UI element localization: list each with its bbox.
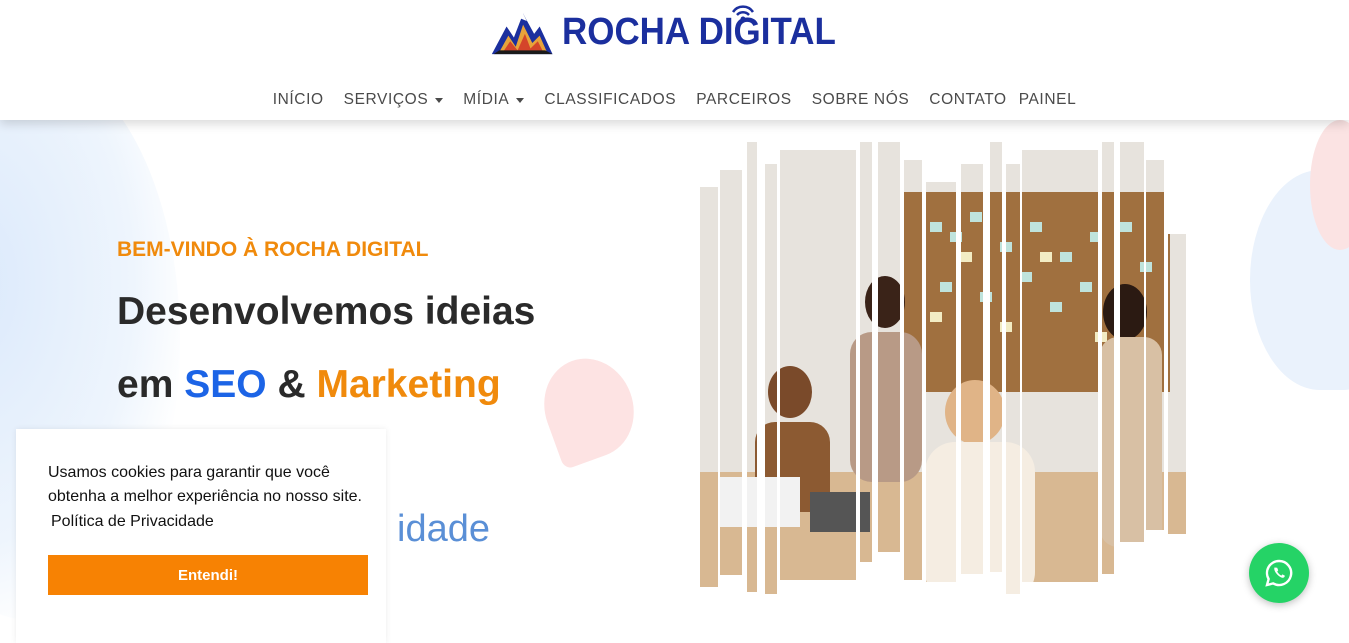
nav-label: PAINEL: [1018, 91, 1077, 108]
caret-down-icon: [435, 97, 444, 103]
photo-strip: [904, 160, 922, 580]
photo-strip: [1006, 164, 1020, 594]
photo-strip: [926, 182, 956, 582]
nav-item-sobre-nos[interactable]: SOBRE NÓS: [812, 91, 910, 109]
whatsapp-icon: [1265, 559, 1293, 587]
site-header: ROCHA DIGITAL INÍCIO SERVIÇOS MÍDIA CLAS…: [0, 0, 1349, 120]
nav-item-classificados[interactable]: CLASSIFICADOS: [544, 91, 676, 109]
nav-item-contato[interactable]: CONTATO: [929, 91, 1006, 109]
hero-eyebrow: BEM-VINDO À ROCHA DIGITAL: [117, 238, 429, 261]
caret-down-icon: [516, 97, 525, 103]
photo-strip: [780, 150, 856, 580]
photo-strip: [1022, 150, 1098, 582]
signal-icon: [731, 5, 755, 22]
brand-name: ROCHA DIGITAL: [562, 10, 837, 53]
headline-marketing: Marketing: [316, 363, 501, 406]
nav-item-servicos[interactable]: SERVIÇOS: [344, 91, 444, 109]
cookie-message: Usamos cookies para garantir que você ob…: [48, 464, 362, 505]
nav-item-midia[interactable]: MÍDIA: [463, 91, 525, 109]
hero-rotating-word: idade: [397, 508, 490, 550]
nav-label: INÍCIO: [272, 91, 324, 108]
photo-strip: [878, 142, 900, 552]
photo-strip: [990, 142, 1002, 572]
nav-label: CONTATO: [929, 91, 1007, 108]
photo-strip: [720, 170, 742, 575]
nav-label: SOBRE NÓS: [811, 91, 910, 108]
mountain-logo-icon: [491, 13, 553, 55]
brand-logo[interactable]: ROCHA DIGITAL: [490, 4, 860, 60]
photo-strip: [860, 142, 872, 562]
headline-prefix: em: [117, 363, 174, 406]
whatsapp-button[interactable]: [1249, 543, 1309, 603]
photo-strip: [747, 142, 757, 592]
hero-headline-line2: em SEO & Marketing: [117, 363, 501, 407]
nav-label: CLASSIFICADOS: [544, 91, 677, 108]
privacy-policy-link[interactable]: Política de Privacidade: [51, 513, 214, 531]
main-nav: INÍCIO SERVIÇOS MÍDIA CLASSIFICADOS PARC…: [0, 88, 1349, 112]
photo-strip: [1120, 142, 1144, 542]
nav-item-inicio[interactable]: INÍCIO: [273, 91, 324, 109]
photo-strip: [1102, 142, 1114, 574]
hero-headline: Desenvolvemos ideias: [117, 290, 536, 333]
photo-strip: [700, 187, 718, 587]
nav-item-parceiros[interactable]: PARCEIROS: [696, 91, 792, 109]
photo-strip: [765, 164, 777, 594]
nav-label: MÍDIA: [463, 91, 510, 108]
cookie-banner: Usamos cookies para garantir que você ob…: [16, 429, 386, 643]
nav-label: SERVIÇOS: [343, 91, 429, 108]
nav-item-painel[interactable]: PAINEL: [1019, 91, 1077, 109]
headline-seo: SEO: [184, 363, 267, 406]
photo-strip: [961, 164, 983, 574]
hero-team-photo: [700, 142, 1186, 602]
headline-amp: &: [277, 363, 306, 406]
nav-label: PARCEIROS: [696, 91, 792, 108]
photo-strip: [1168, 234, 1186, 534]
cookie-accept-button[interactable]: Entendi!: [48, 555, 368, 595]
decorative-bubble: [530, 345, 648, 471]
photo-strip: [1146, 160, 1164, 530]
